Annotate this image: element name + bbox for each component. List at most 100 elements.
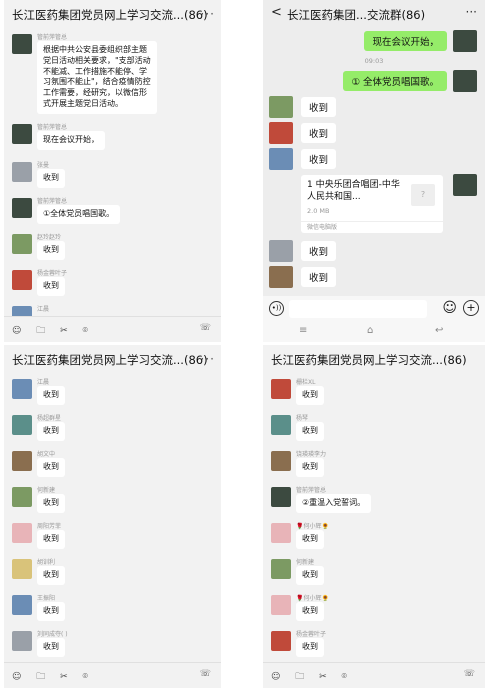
message-bubble[interactable]: 收到 — [37, 277, 65, 296]
avatar[interactable] — [12, 595, 32, 615]
avatar[interactable] — [12, 487, 32, 507]
plus-icon[interactable]: + — [463, 300, 479, 316]
message-bubble[interactable]: 收到 — [301, 97, 337, 117]
file-name: 1 中央乐团合唱团-中华人民共和国... — [307, 180, 400, 202]
message-list[interactable]: 江晨 收到 杨超群星 收到 胡文中 收到 何新建 收到 周阳芳菲 收到 胡训利 … — [4, 375, 221, 662]
avatar[interactable] — [12, 124, 32, 144]
avatar[interactable] — [453, 174, 477, 196]
message-bubble[interactable]: 收到 — [296, 602, 324, 621]
message-bubble[interactable]: 收到 — [37, 494, 65, 513]
message-bubble[interactable]: 收到 — [37, 458, 65, 477]
chat-title: 长江医药集团党员网上学习交流...(86) — [12, 8, 208, 22]
message-bubble[interactable]: 现在会议开始， — [37, 131, 105, 150]
sender-name: 管前萍管总 — [37, 198, 68, 205]
avatar[interactable] — [12, 379, 32, 399]
avatar[interactable] — [271, 451, 291, 471]
menu-icon[interactable]: ≡ — [299, 325, 307, 336]
avatar[interactable] — [453, 70, 477, 92]
avatar[interactable] — [12, 162, 32, 182]
message-bubble[interactable]: 收到 — [37, 530, 65, 549]
message-list[interactable]: 现在会议开始， 09:03 ① 全体党员唱国歌。 收到 收到 收到 1 中央乐团… — [263, 28, 485, 296]
message-bubble[interactable]: 现在会议开始， — [364, 31, 447, 51]
message-bubble[interactable]: ②重温入党誓词。 — [296, 494, 372, 513]
avatar[interactable] — [12, 198, 32, 218]
avatar[interactable] — [271, 559, 291, 579]
avatar[interactable] — [271, 523, 291, 543]
message-bubble[interactable]: 收到 — [296, 386, 324, 405]
message-row: 管前萍管总 ①全体党员唱国歌。 — [4, 194, 221, 230]
message-bubble[interactable]: 收到 — [37, 566, 65, 585]
message-bubble[interactable]: ① 全体党员唱国歌。 — [343, 71, 447, 91]
sender-name: 管前萍管总 — [37, 34, 68, 41]
avatar[interactable] — [12, 270, 32, 290]
message-bubble[interactable]: 收到 — [301, 241, 337, 261]
avatar[interactable] — [453, 30, 477, 52]
more-options-icon[interactable]: ··· — [201, 7, 215, 21]
input-toolbar: ☺ 🗀 ✂ ⌾ ☏ — [263, 662, 485, 688]
sender-name: 杨超群星 — [37, 415, 62, 422]
avatar[interactable] — [12, 234, 32, 254]
avatar[interactable] — [271, 595, 291, 615]
message-row: 杨金蓉叶子 收到 — [263, 627, 485, 662]
avatar[interactable] — [271, 379, 291, 399]
avatar[interactable] — [12, 306, 32, 316]
call-icon[interactable]: ☏ — [200, 669, 211, 679]
avatar[interactable] — [271, 415, 291, 435]
avatar[interactable] — [269, 240, 293, 262]
avatar[interactable] — [12, 631, 32, 651]
message-bubble[interactable]: 收到 — [37, 169, 65, 188]
avatar[interactable] — [12, 451, 32, 471]
message-bubble[interactable]: 收到 — [301, 149, 337, 169]
call-icon[interactable]: ☏ — [200, 323, 211, 333]
message-row: 王振阳 收到 — [4, 591, 221, 627]
desktop-chat-window-1: 长江医药集团党员网上学习交流...(86) ··· 管前萍管总 根据中共公安县委… — [4, 0, 221, 342]
message-bubble[interactable]: 收到 — [37, 241, 65, 260]
back-icon[interactable]: < — [271, 5, 282, 20]
sender-name: 赵玲赵玲 — [37, 234, 62, 241]
message-bubble[interactable]: 收到 — [296, 566, 324, 585]
message-bubble[interactable]: 收到 — [296, 458, 324, 477]
avatar[interactable] — [12, 34, 32, 54]
avatar[interactable] — [269, 96, 293, 118]
toolbar-icons[interactable]: ☺ 🗀 ✂ ⌾ — [271, 669, 353, 685]
message-bubble[interactable]: 收到 — [296, 530, 324, 549]
avatar[interactable] — [271, 631, 291, 651]
message-bubble[interactable]: 根据中共公安县委组织部主题党日活动相关要求，"支部活动不能减、工作措施不能停、学… — [37, 41, 157, 114]
sender-name: 杨琴 — [296, 415, 309, 422]
message-row: 饶瑛瑛李力 收到 — [263, 447, 485, 483]
message-bubble[interactable]: 收到 — [296, 422, 324, 441]
avatar[interactable] — [269, 148, 293, 170]
message-bubble[interactable]: 收到 — [301, 267, 337, 287]
emoji-icon[interactable]: ☺ — [442, 300, 457, 316]
message-bubble[interactable]: 收到 — [37, 638, 65, 657]
toolbar-icons[interactable]: ☺ 🗀 ✂ ⌾ — [12, 669, 94, 685]
file-card[interactable]: 1 中央乐团合唱团-中华人民共和国... 2.0 MB ? 微信电脑版 — [301, 175, 443, 233]
back-nav-icon[interactable]: ↩ — [435, 325, 443, 336]
sender-name: 杨金蓉叶子 — [296, 631, 327, 638]
message-row: 收到 — [263, 94, 485, 120]
message-list[interactable]: 栅栏XL 收到 杨琴 收到 饶瑛瑛李力 收到 管前萍管总 ②重温入党誓词。 🌹何… — [263, 375, 485, 662]
message-bubble[interactable]: 收到 — [37, 422, 65, 441]
message-row: 管前萍管总 现在会议开始， — [4, 120, 221, 158]
message-input[interactable] — [289, 300, 427, 318]
call-icon[interactable]: ☏ — [464, 669, 475, 679]
voice-icon[interactable]: •)) — [269, 301, 284, 316]
more-options-icon[interactable]: ··· — [466, 5, 477, 19]
more-options-icon[interactable]: ··· — [201, 352, 215, 366]
avatar[interactable] — [12, 559, 32, 579]
avatar[interactable] — [269, 122, 293, 144]
home-icon[interactable]: ⌂ — [367, 325, 373, 336]
message-bubble[interactable]: 收到 — [37, 386, 65, 405]
message-list[interactable]: 管前萍管总 根据中共公安县委组织部主题党日活动相关要求，"支部活动不能减、工作措… — [4, 30, 221, 316]
avatar[interactable] — [12, 415, 32, 435]
avatar[interactable] — [12, 523, 32, 543]
message-bubble[interactable]: 收到 — [296, 638, 324, 657]
message-row: 何新建 收到 — [263, 555, 485, 591]
message-bubble[interactable]: 收到 — [301, 123, 337, 143]
avatar[interactable] — [271, 487, 291, 507]
avatar[interactable] — [269, 266, 293, 288]
toolbar-icons[interactable]: ☺ 🗀 ✂ ⌾ — [12, 323, 94, 339]
chat-title-bar: 长江医药集团党员网上学习交流...(86) ··· — [4, 345, 221, 375]
message-bubble[interactable]: ①全体党员唱国歌。 — [37, 205, 121, 224]
message-bubble[interactable]: 收到 — [37, 602, 65, 621]
